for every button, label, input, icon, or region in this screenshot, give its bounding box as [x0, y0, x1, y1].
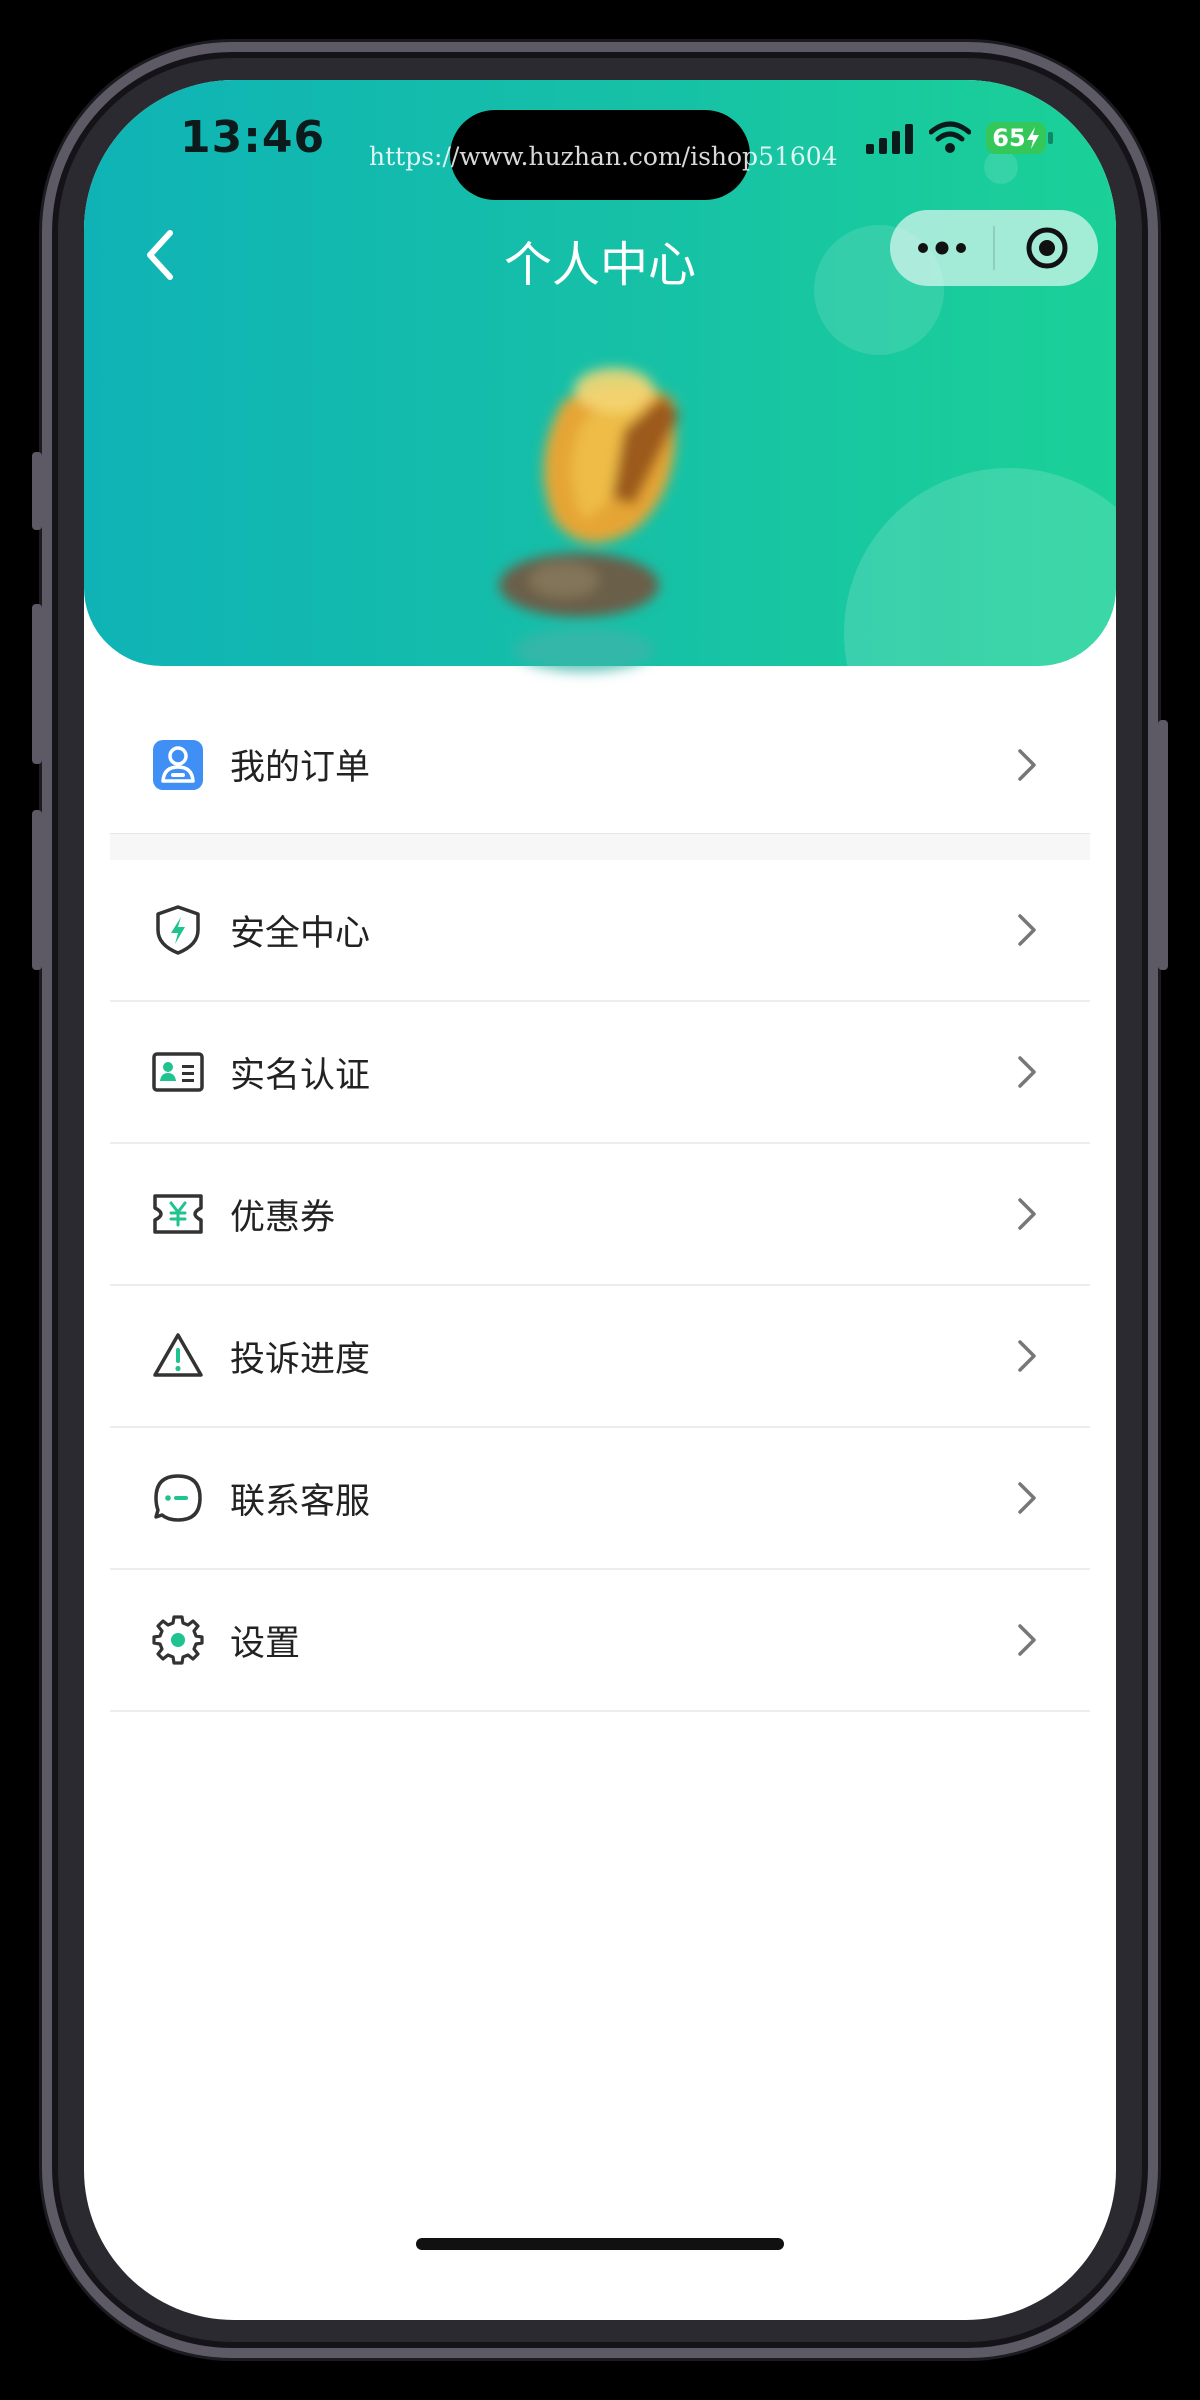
charging-bolt-icon: [1026, 127, 1039, 149]
screen: 13:46 65 https://www.huzhan.com/ishop516…: [84, 80, 1116, 2320]
battery-indicator: 65: [986, 122, 1046, 154]
chevron-right-icon: [1016, 1196, 1038, 1232]
menu-item-label: 联系客服: [230, 1481, 371, 1522]
battery-level: 65: [992, 124, 1026, 152]
mini-program-capsule: [890, 210, 1098, 286]
menu-item-label: 我的订单: [230, 748, 371, 788]
user-order-icon: [152, 739, 204, 791]
chevron-right-icon: [1016, 1622, 1038, 1658]
gear-icon: [152, 1614, 204, 1666]
status-time: 13:46: [180, 112, 326, 163]
chevron-right-icon: [1016, 747, 1038, 783]
menu-list: 我的订单 安全中心 实名认证 优惠券 投诉进度 联系客服 设置: [110, 696, 1090, 1712]
chevron-right-icon: [1016, 1480, 1038, 1516]
target-circle-icon: [1026, 227, 1067, 269]
menu-item-settings[interactable]: 设置: [110, 1570, 1090, 1712]
volume-down-button: [32, 810, 42, 970]
decor-bubble: [984, 150, 1018, 184]
section-divider: [110, 834, 1090, 860]
menu-item-real-name[interactable]: 实名认证: [110, 1002, 1090, 1144]
menu-item-coupons[interactable]: 优惠券: [110, 1144, 1090, 1286]
chevron-right-icon: [1016, 1338, 1038, 1374]
menu-item-customer-service[interactable]: 联系客服: [110, 1428, 1090, 1570]
menu-item-label: 安全中心: [230, 913, 371, 954]
volume-up-button: [32, 604, 42, 764]
decor-bubble: [844, 468, 1116, 666]
menu-item-label: 实名认证: [230, 1055, 371, 1096]
power-button: [1158, 720, 1168, 970]
watermark-text: https://www.huzhan.com/ishop51604: [369, 142, 838, 171]
menu-item-complaints[interactable]: 投诉进度: [110, 1286, 1090, 1428]
avatar[interactable]: [434, 320, 764, 710]
home-indicator[interactable]: [416, 2238, 784, 2250]
battery-cap: [1048, 132, 1053, 144]
more-button[interactable]: [890, 210, 993, 286]
menu-item-label: 优惠券: [230, 1197, 336, 1238]
id-card-icon: [152, 1046, 204, 1098]
chat-bubble-icon: [152, 1472, 204, 1524]
menu-item-orders[interactable]: 我的订单: [110, 696, 1090, 834]
shield-bolt-icon: [152, 904, 204, 956]
chevron-right-icon: [1016, 912, 1038, 948]
warning-triangle-icon: [152, 1330, 204, 1382]
close-miniprogram-button[interactable]: [995, 210, 1098, 286]
chevron-right-icon: [1016, 1054, 1038, 1090]
wifi-icon: [928, 120, 972, 154]
menu-item-security[interactable]: 安全中心: [110, 860, 1090, 1002]
cellular-signal-icon: [866, 124, 916, 154]
more-dots-icon: [917, 241, 966, 255]
coupon-yen-icon: [152, 1188, 204, 1240]
menu-item-label: 设置: [230, 1623, 301, 1664]
menu-item-label: 投诉进度: [230, 1339, 371, 1380]
mute-switch: [32, 452, 42, 530]
